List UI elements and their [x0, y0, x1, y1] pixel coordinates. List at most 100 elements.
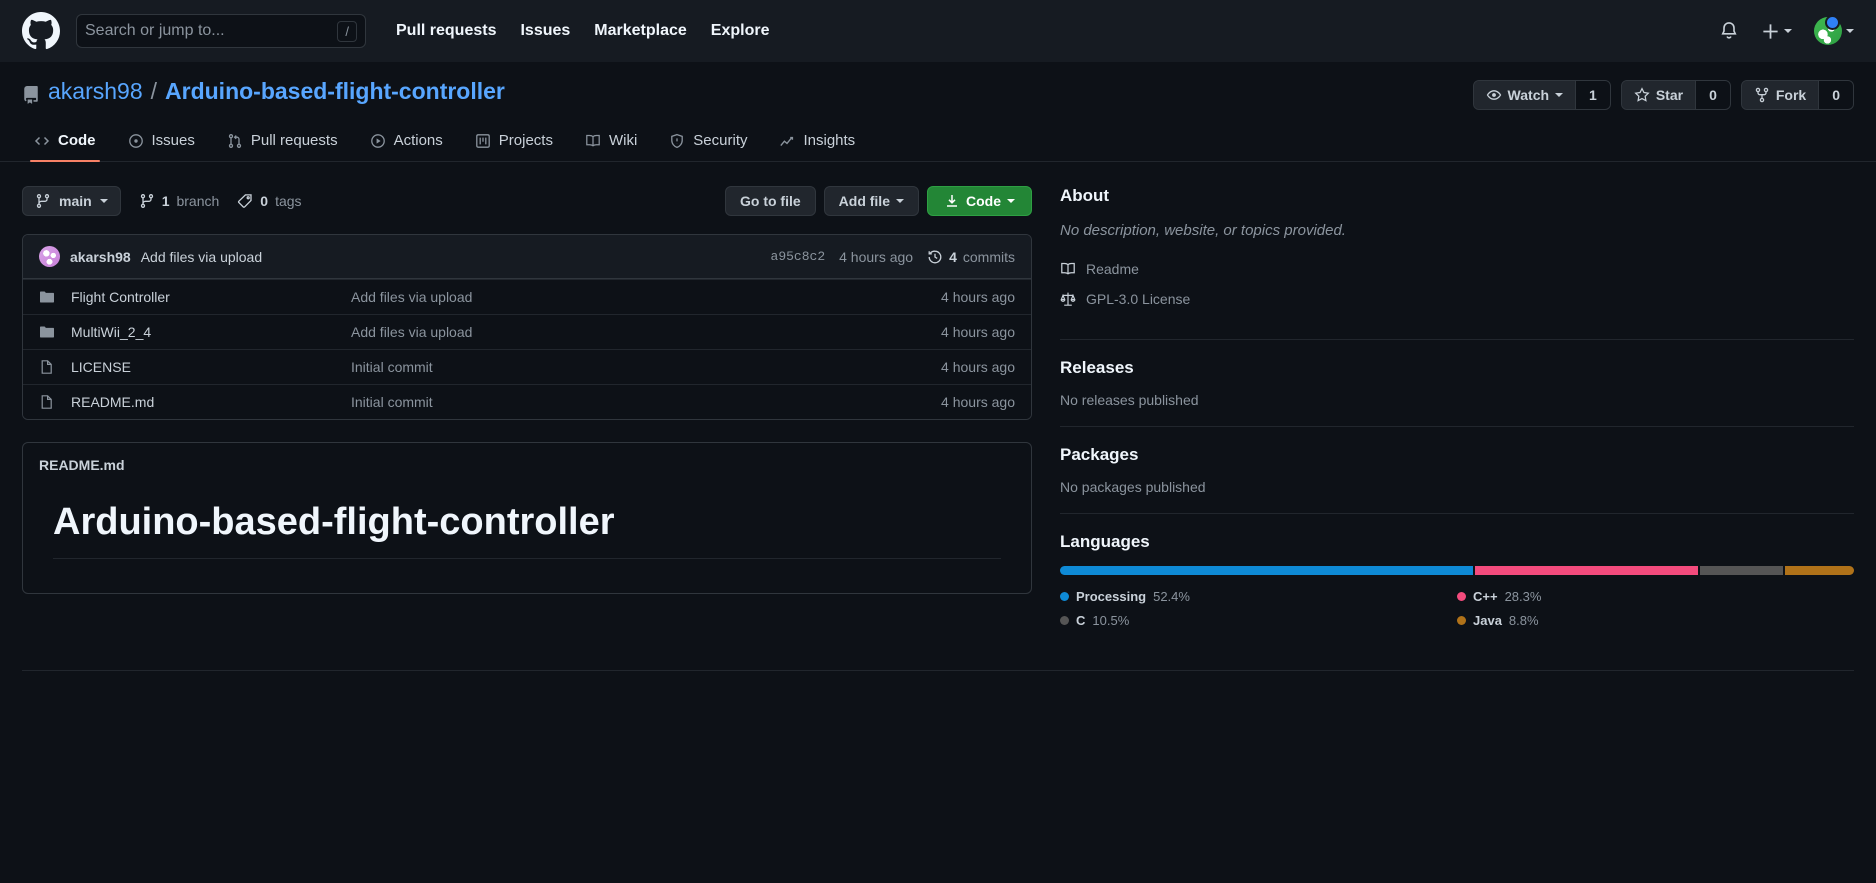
chevron-down-icon — [1007, 199, 1015, 203]
chevron-down-icon — [1555, 93, 1564, 97]
page-body: main 1 branch 0 tags Go to file Add file… — [0, 162, 1876, 646]
file-commit-message[interactable]: Initial commit — [351, 359, 941, 375]
language-legend-item[interactable]: Java 8.8% — [1457, 613, 1854, 628]
packages-section: Packages No packages published — [1060, 425, 1854, 513]
nav-marketplace[interactable]: Marketplace — [594, 22, 687, 40]
repo-icon — [22, 83, 40, 104]
commit-time: 4 hours ago — [839, 248, 914, 265]
header-right-actions — [1719, 15, 1854, 45]
languages-section: Languages Processing 52.4% C++ 28.3% C 10.5% J… — [1060, 512, 1854, 646]
tab-pull-requests[interactable]: Pull requests — [215, 124, 350, 161]
tab-projects[interactable]: Projects — [463, 124, 565, 161]
file-commit-message[interactable]: Add files via upload — [351, 324, 941, 340]
download-icon — [944, 193, 960, 209]
bell-icon[interactable] — [1719, 21, 1739, 41]
search-input[interactable]: Search or jump to... / — [76, 14, 366, 48]
file-commit-time: 4 hours ago — [941, 359, 1015, 375]
tab-insights[interactable]: Insights — [767, 124, 867, 161]
watch-label: Watch — [1507, 87, 1550, 103]
watch-button[interactable]: Watch — [1473, 81, 1576, 109]
branches-count-link[interactable]: 1 branch — [139, 193, 220, 209]
code-icon — [34, 133, 50, 149]
fork-count[interactable]: 0 — [1818, 81, 1853, 109]
repo-owner-link[interactable]: akarsh98 — [48, 78, 143, 105]
readme-filename[interactable]: README.md — [23, 443, 1031, 473]
tags-count-link[interactable]: 0 tags — [237, 193, 302, 209]
watch-count[interactable]: 1 — [1575, 81, 1610, 109]
account-menu[interactable] — [1814, 15, 1854, 45]
language-bar-segment-0 — [1060, 565, 1473, 575]
branch-toolbar: main 1 branch 0 tags Go to file Add file… — [22, 186, 1032, 216]
commit-author-name[interactable]: akarsh98 — [70, 249, 131, 265]
avatar-status-badge — [1825, 15, 1840, 30]
tab-issues[interactable]: Issues — [116, 124, 207, 161]
star-label: Star — [1655, 87, 1684, 103]
nav-explore[interactable]: Explore — [711, 22, 770, 40]
repo-breadcrumb: akarsh98 / Arduino-based-flight-controll… — [22, 78, 505, 105]
star-button[interactable]: Star — [1621, 81, 1696, 109]
git-pull-request-icon — [227, 133, 243, 149]
table-row[interactable]: LICENSE Initial commit 4 hours ago — [23, 349, 1031, 384]
file-commit-time: 4 hours ago — [941, 289, 1015, 305]
file-icon — [39, 359, 55, 375]
git-branch-icon — [35, 193, 51, 209]
issue-opened-icon — [128, 133, 144, 149]
go-to-file-label: Go to file — [739, 193, 801, 209]
file-name-link[interactable]: MultiWii_2_4 — [71, 324, 351, 340]
footer-divider — [22, 669, 1854, 671]
fork-button[interactable]: Fork — [1741, 81, 1819, 109]
language-legend-item[interactable]: C 10.5% — [1060, 613, 1457, 628]
language-color-dot — [1060, 591, 1069, 601]
star-count[interactable]: 0 — [1695, 81, 1730, 109]
nav-pull-requests[interactable]: Pull requests — [396, 22, 496, 40]
watch-button-group[interactable]: Watch 1 — [1472, 80, 1611, 110]
github-mark-icon[interactable] — [22, 12, 60, 50]
go-to-file-button[interactable]: Go to file — [724, 186, 816, 216]
file-name-link[interactable]: LICENSE — [71, 359, 351, 375]
commit-message[interactable]: Add files via upload — [141, 249, 262, 265]
add-file-button[interactable]: Add file — [823, 186, 919, 216]
nav-issues[interactable]: Issues — [520, 22, 570, 40]
tab-security[interactable]: Security — [657, 124, 759, 161]
graph-icon — [779, 133, 795, 149]
tab-security-label: Security — [693, 132, 748, 149]
code-button[interactable]: Code — [927, 186, 1032, 216]
language-percent: 10.5% — [1092, 612, 1130, 628]
repo-actions: Watch 1 Star 0 Fork 0 — [1472, 78, 1854, 110]
tab-projects-label: Projects — [498, 132, 553, 149]
table-row[interactable]: README.md Initial commit 4 hours ago — [23, 384, 1031, 419]
branch-name: main — [59, 193, 92, 209]
branches-label: branch — [176, 193, 220, 209]
folder-icon — [39, 324, 55, 340]
language-legend-item[interactable]: C++ 28.3% — [1457, 589, 1854, 604]
file-commit-message[interactable]: Add files via upload — [351, 289, 941, 305]
code-button-label: Code — [966, 193, 1001, 209]
branch-selector[interactable]: main — [22, 186, 121, 216]
file-commit-message[interactable]: Initial commit — [351, 394, 941, 410]
table-row[interactable]: Flight Controller Add files via upload 4… — [23, 279, 1031, 314]
license-link-label: GPL-3.0 License — [1086, 290, 1191, 307]
fork-button-group[interactable]: Fork 0 — [1740, 80, 1854, 110]
language-legend-item[interactable]: Processing 52.4% — [1060, 589, 1457, 604]
tab-code[interactable]: Code — [22, 124, 108, 162]
branches-count: 1 — [161, 193, 170, 209]
license-link[interactable]: GPL-3.0 License — [1060, 291, 1854, 307]
readme-link[interactable]: Readme — [1060, 261, 1854, 277]
table-row[interactable]: MultiWii_2_4 Add files via upload 4 hour… — [23, 314, 1031, 349]
repo-name-link[interactable]: Arduino-based-flight-controller — [165, 78, 505, 105]
create-new-menu[interactable] — [1761, 22, 1792, 41]
about-title: About — [1060, 186, 1110, 205]
tab-wiki[interactable]: Wiki — [573, 124, 649, 161]
file-name-link[interactable]: README.md — [71, 394, 351, 410]
tab-actions[interactable]: Actions — [358, 124, 455, 161]
releases-title: Releases — [1060, 357, 1134, 377]
file-name-link[interactable]: Flight Controller — [71, 289, 351, 305]
star-button-group[interactable]: Star 0 — [1620, 80, 1731, 110]
commits-count-link[interactable]: 4 commits — [927, 249, 1015, 265]
repo-file-actions: Go to file Add file Code — [724, 186, 1032, 216]
chevron-down-icon — [99, 199, 108, 203]
history-icon — [927, 249, 943, 265]
commit-author-avatar[interactable] — [39, 246, 60, 267]
commit-sha[interactable]: a95c8c2 — [771, 249, 826, 264]
file-listing: akarsh98 Add files via upload a95c8c2 4 … — [22, 234, 1032, 420]
